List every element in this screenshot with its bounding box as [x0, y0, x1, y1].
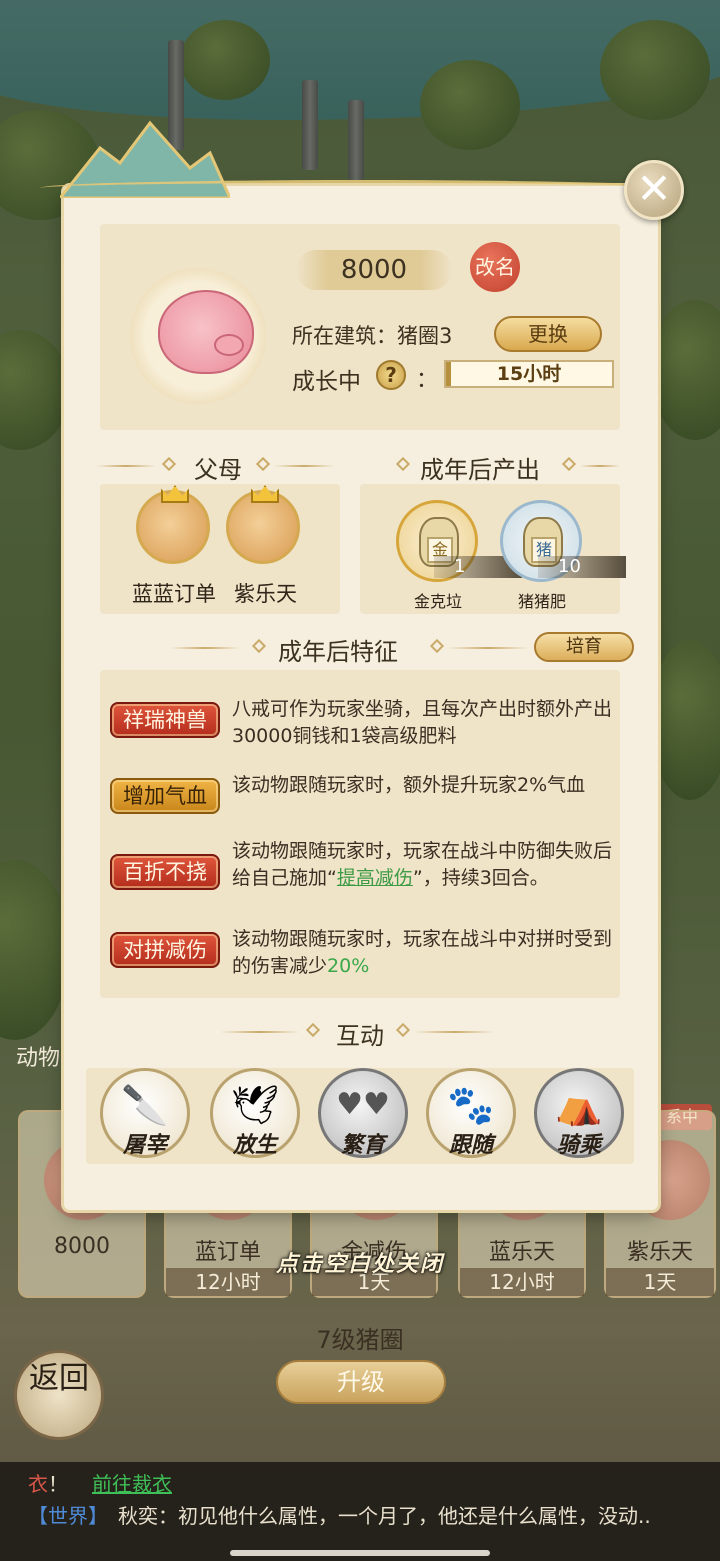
trait-text-part: 该动物跟随玩家时，玩家在战斗中对拼时受到的伤害减少 [232, 928, 613, 977]
snout [214, 334, 244, 356]
trait-highlight: 20% [327, 955, 370, 977]
chat-channel[interactable]: 【世界】 [28, 1504, 108, 1528]
item-count: 10 [538, 556, 626, 578]
section-title-parents: 父母 [194, 456, 242, 484]
parent-name: 蓝蓝订单 [132, 582, 216, 606]
trait-badge[interactable]: 祥瑞神兽 [110, 702, 220, 738]
divider [414, 1031, 494, 1033]
divider [274, 465, 334, 467]
action-label: 繁育 [340, 1132, 385, 1158]
pen-level: 7级猪圈 [316, 1326, 404, 1354]
rename-button[interactable]: 改名 [470, 242, 520, 292]
close-button[interactable]: ✕ [624, 160, 684, 220]
upgrade-button[interactable]: 升级 [276, 1360, 446, 1404]
trait-description: 该动物跟随玩家时，额外提升玩家2%气血 [232, 774, 586, 796]
trait-description: 八戒可作为玩家坐骑，且每次产出时额外产出30000铜钱和1袋高级肥料 [232, 698, 613, 747]
breed-button[interactable]: 培育 [534, 632, 634, 662]
divider [96, 465, 156, 467]
divider [448, 647, 528, 649]
close-icon: ✕ [636, 164, 672, 213]
chat-message: 秋奕：初见他什么属性，一个月了，他还是什么属性，没动.. [118, 1504, 651, 1528]
pig-avatar-icon [148, 290, 254, 374]
action-label: 骑乘 [556, 1132, 601, 1158]
change-building-button[interactable]: 更换 [494, 316, 602, 352]
animals-label: 动物 [16, 1046, 61, 1071]
building-label: 所在建筑：猪圈3 [292, 324, 453, 348]
section-title-adult-output: 成年后产出 [420, 456, 540, 484]
action-label: 放生 [232, 1132, 277, 1158]
follow-button[interactable]: 🐾 跟随 [426, 1068, 516, 1158]
back-button[interactable]: 返回 [14, 1350, 104, 1440]
pet-price: 8000 [296, 250, 452, 290]
item-name: 猪猪肥 [518, 592, 567, 611]
divider [580, 465, 620, 467]
parent-name: 紫乐天 [234, 582, 297, 606]
chat-text: ！ [48, 1472, 68, 1496]
trait-description: 该动物跟随玩家时，玩家在战斗中对拼时受到的伤害减少20% [232, 926, 616, 980]
slaughter-button[interactable]: 🔪 屠宰 [100, 1068, 190, 1158]
cleaver-icon: 🔪 [121, 1083, 169, 1127]
buff-link[interactable]: 提高减伤 [337, 867, 413, 889]
colon: ： [416, 368, 439, 393]
saddle-icon: ⛺ [555, 1083, 603, 1127]
close-hint[interactable]: 点击空白处关闭 [0, 1246, 720, 1278]
gold-swirl-decoration [40, 180, 680, 196]
hearts-icon: ♥♥ [336, 1087, 390, 1122]
chat-text: 衣 [28, 1472, 48, 1496]
growth-time: 15小时 [496, 363, 562, 385]
release-button[interactable]: 🕊 放生 [210, 1068, 300, 1158]
action-label: 跟随 [448, 1132, 493, 1158]
ride-button[interactable]: ⛺ 骑乘 [534, 1068, 624, 1158]
trait-badge[interactable]: 百折不挠 [110, 854, 220, 890]
chat-line: 【世界】 秋奕：初见他什么属性，一个月了，他还是什么属性，没动.. [28, 1500, 651, 1529]
breed-action-button[interactable]: ♥♥ 繁育 [318, 1068, 408, 1158]
section-title-adult-traits: 成年后特征 [278, 638, 398, 666]
trait-badge[interactable]: 对拼减伤 [110, 932, 220, 968]
trait-badge[interactable]: 增加气血 [110, 778, 220, 814]
chat-line: 衣！ 前往裁衣 [28, 1468, 172, 1497]
chat-bar[interactable]: 衣！ 前往裁衣 【世界】 秋奕：初见他什么属性，一个月了，他还是什么属性，没动.. [0, 1462, 720, 1561]
parent-pig-icon[interactable] [226, 485, 300, 564]
trait-text-part: ”，持续3回合。 [412, 867, 549, 889]
section-title-interaction: 互动 [336, 1022, 384, 1050]
action-label: 屠宰 [122, 1132, 167, 1158]
trait-description: 该动物跟随玩家时，玩家在战斗中防御失败后给自己施加“提高减伤”，持续3回合。 [232, 838, 616, 892]
pawprints-icon: 🐾 [447, 1083, 495, 1127]
parent-pig-icon[interactable] [136, 485, 210, 564]
growth-progress-bar: 15小时 [444, 360, 614, 388]
help-icon[interactable]: ? [376, 360, 406, 390]
divider [220, 1031, 300, 1033]
growth-status: 成长中 [292, 369, 361, 395]
home-indicator [230, 1550, 490, 1556]
item-name: 金克垃 [414, 592, 463, 611]
divider [170, 647, 240, 649]
go-tailor-link[interactable]: 前往裁衣 [92, 1472, 172, 1496]
bird-icon: 🕊 [230, 1083, 280, 1127]
